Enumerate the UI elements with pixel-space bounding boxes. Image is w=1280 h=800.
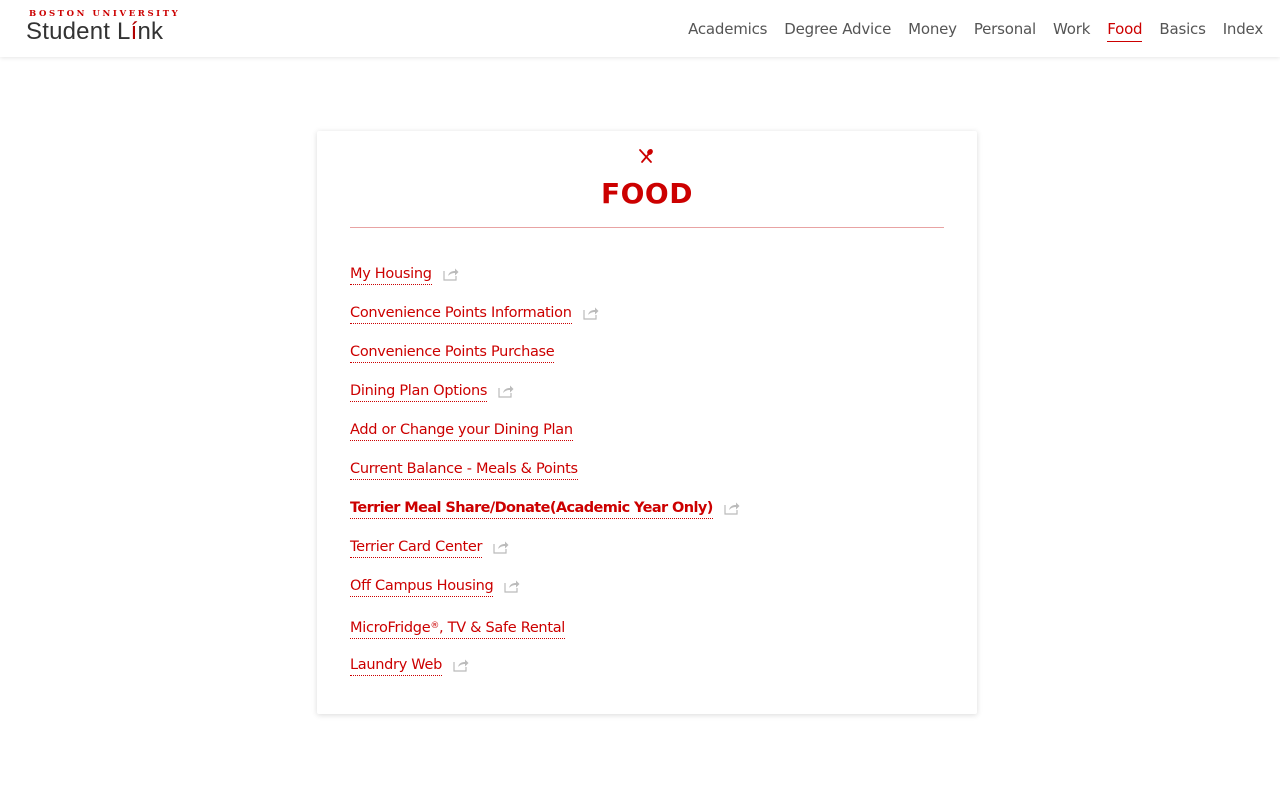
link-convenience-points-information[interactable]: Convenience Points Information	[350, 303, 572, 324]
list-item: MicroFridge®, TV & Safe Rental	[350, 615, 740, 655]
external-link-icon	[724, 502, 740, 515]
list-item: Laundry Web	[350, 655, 740, 694]
nav-food[interactable]: Food	[1107, 19, 1143, 42]
list-item: Dining Plan Options	[350, 381, 740, 420]
list-item: Off Campus Housing	[350, 576, 740, 615]
logo-title-part2: nk	[137, 18, 164, 45]
nav-personal[interactable]: Personal	[974, 19, 1036, 42]
nav-index[interactable]: Index	[1223, 19, 1263, 42]
link-my-housing[interactable]: My Housing	[350, 264, 432, 285]
list-item: Current Balance - Meals & Points	[350, 459, 740, 498]
student-link-logo[interactable]: BOSTON UNIVERSITY Student Línk	[26, 9, 180, 45]
microfridge-label-part2: , TV & Safe Rental	[439, 620, 566, 636]
logo-title-part1: Student L	[26, 18, 131, 45]
title-divider	[350, 227, 944, 228]
main-nav: Academics Degree Advice Money Personal W…	[671, 19, 1263, 42]
food-links-list: My Housing Convenience Points Informatio…	[350, 264, 740, 694]
list-item: Terrier Card Center	[350, 537, 740, 576]
page-title: FOOD	[601, 177, 693, 210]
fork-knife-icon	[639, 149, 653, 163]
external-link-icon	[453, 659, 469, 672]
link-laundry-web[interactable]: Laundry Web	[350, 655, 442, 676]
link-terrier-card-center[interactable]: Terrier Card Center	[350, 537, 482, 558]
link-add-change-dining-plan[interactable]: Add or Change your Dining Plan	[350, 420, 573, 441]
top-header: BOSTON UNIVERSITY Student Línk Academics…	[0, 0, 1280, 57]
list-item: Convenience Points Purchase	[350, 342, 740, 381]
list-item: Terrier Meal Share/Donate(Academic Year …	[350, 498, 740, 537]
nav-money[interactable]: Money	[908, 19, 957, 42]
link-current-balance[interactable]: Current Balance - Meals & Points	[350, 459, 578, 480]
external-link-icon	[493, 541, 509, 554]
registered-mark: ®	[430, 621, 440, 631]
external-link-icon	[504, 580, 520, 593]
nav-academics[interactable]: Academics	[688, 19, 767, 42]
link-convenience-points-purchase[interactable]: Convenience Points Purchase	[350, 342, 555, 363]
list-item: Add or Change your Dining Plan	[350, 420, 740, 459]
external-link-icon	[498, 385, 514, 398]
logo-title: Student Línk	[26, 19, 180, 45]
link-terrier-meal-share[interactable]: Terrier Meal Share/Donate(Academic Year …	[350, 498, 713, 519]
link-off-campus-housing[interactable]: Off Campus Housing	[350, 576, 494, 597]
nav-degree-advice[interactable]: Degree Advice	[784, 19, 891, 42]
external-link-icon	[443, 268, 459, 281]
food-card: FOOD My Housing Convenience Points Infor…	[317, 131, 977, 714]
microfridge-label-part1: MicroFridge	[350, 620, 431, 636]
list-item: My Housing	[350, 264, 740, 303]
link-dining-plan-options[interactable]: Dining Plan Options	[350, 381, 487, 402]
external-link-icon	[583, 307, 599, 320]
nav-work[interactable]: Work	[1053, 19, 1090, 42]
list-item: Convenience Points Information	[350, 303, 740, 342]
link-microfridge-rental[interactable]: MicroFridge®, TV & Safe Rental	[350, 618, 565, 639]
nav-basics[interactable]: Basics	[1159, 19, 1206, 42]
